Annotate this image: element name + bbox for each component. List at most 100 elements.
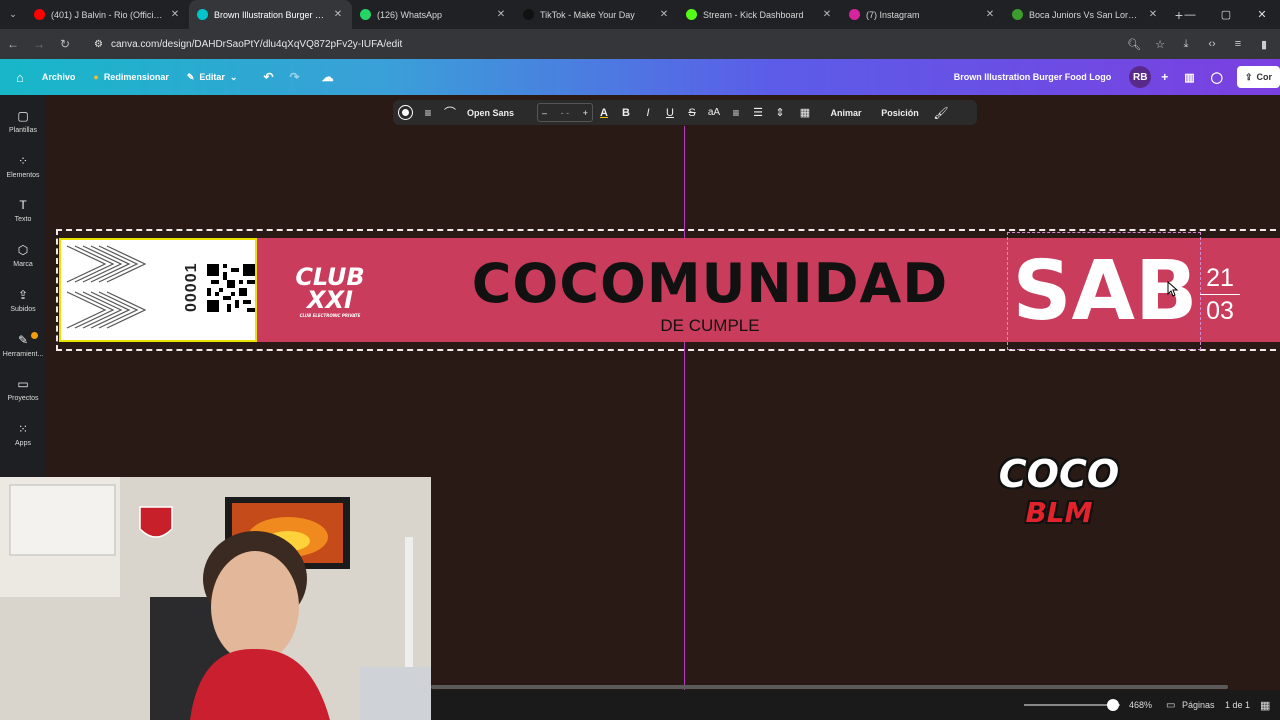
tab-search-dropdown[interactable]: ⌄ [0,0,26,29]
minimize-icon[interactable]: — [1172,0,1208,29]
elements-icon: ⁘ [17,153,29,168]
close-tab-icon[interactable]: ✕ [495,9,507,20]
share-button[interactable]: ⇪ Cor [1236,66,1280,88]
size-minus-button[interactable]: – [542,108,547,118]
profile-icon[interactable]: ▮ [1254,38,1274,51]
grid-view-icon[interactable]: ▦ [1260,699,1270,712]
sidebar-item-elements[interactable]: ⁘ Elementos [0,154,46,179]
pencil-icon: ✎ [186,71,195,82]
canva-icon [197,9,208,20]
sidebar-item-projects[interactable]: ▭ Proyectos [0,377,46,402]
letter-case-button[interactable]: aA [703,100,725,125]
forward-icon[interactable]: → [26,37,52,51]
browser-tab[interactable]: (401) J Balvin - Rio (Official Vid ✕ [26,0,189,29]
window-controls: — ▢ ✕ [1172,0,1280,29]
close-tab-icon[interactable]: ✕ [169,9,181,20]
strikethrough-button[interactable]: S [681,100,703,125]
text-color-icon[interactable]: A [593,100,615,125]
sidebar-item-brand[interactable]: ⬡ Marca [0,243,46,268]
animar-button[interactable]: Animar [819,100,873,125]
whatsapp-icon [360,9,371,20]
coco-blm-logo[interactable]: COCO BLM [994,452,1124,540]
color-circle-icon[interactable] [393,100,417,125]
underline-button[interactable]: U [659,100,681,125]
site-info-icon[interactable]: ⚙ [94,39,103,50]
cloud-save-icon[interactable]: ☁ [322,70,334,84]
sidebar-item-apps[interactable]: ⁙ Apps [0,422,46,447]
tab-label: Brown Illustration Burger Food [214,9,326,20]
bottom-status-bar: 468% ▭ Páginas 1 de 1 ▦ [431,690,1280,720]
posicion-button[interactable]: Posición [873,100,927,125]
size-plus-button[interactable]: + [583,108,588,118]
zoom-icon[interactable]: 🔍︎ [1124,38,1144,51]
code-icon[interactable]: ‹› [1202,38,1222,51]
browser-tab[interactable]: Boca Juniors Vs San Lorenzo - ✕ [1004,0,1167,29]
pages-label[interactable]: Páginas [1182,700,1215,710]
sidebar-item-tools[interactable]: ✎ Herramient... [0,333,46,358]
text-icon: T [19,198,27,213]
reload-icon[interactable]: ↻ [52,37,78,51]
browser-tab[interactable]: (7) Instagram ✕ [841,0,1004,29]
sidebar-item-label: Plantillas [8,127,37,134]
editar-menu[interactable]: ✎ Editar ⌄ [187,72,238,83]
close-tab-icon[interactable]: ✕ [821,9,833,20]
date-block[interactable]: 21 03 [1200,262,1240,327]
sidebar-item-uploads[interactable]: ⇪ Subidos [0,288,46,313]
spacing-icon[interactable]: ⇕ [769,100,791,125]
zoom-value[interactable]: 468% [1129,700,1152,710]
redo-icon[interactable]: ↷ [290,70,300,84]
close-tab-icon[interactable]: ✕ [1147,9,1159,20]
transparency-icon[interactable]: ▦ [791,100,819,125]
redimensionar-button[interactable]: ● Redimensionar [93,72,168,82]
bookmark-star-icon[interactable]: ☆ [1150,38,1170,51]
comments-icon[interactable]: ◯ [1211,71,1223,84]
undo-icon[interactable]: ↶ [263,70,273,84]
tab-label: (126) WhatsApp [377,9,443,20]
close-window-icon[interactable]: ✕ [1244,0,1280,29]
analytics-icon[interactable]: ▥ [1184,71,1194,84]
boca-icon [1012,9,1023,20]
sidebar-item-text[interactable]: T Texto [0,198,46,223]
paint-format-icon[interactable]: 🖌︎ [927,100,955,125]
back-icon[interactable]: ← [0,37,26,51]
browser-tab[interactable]: (126) WhatsApp ✕ [352,0,515,29]
close-tab-icon[interactable]: ✕ [658,9,670,20]
add-collaborator-icon[interactable]: + [1161,70,1168,84]
projects-icon: ▭ [17,377,29,392]
curve-text-icon[interactable]: ⌒ [439,100,461,125]
extensions-icon[interactable]: ≡ [1228,38,1248,51]
size-value[interactable]: - - [561,108,570,118]
horizontal-scrollbar[interactable] [431,685,1228,689]
align-center-icon[interactable]: ≡ [725,100,747,125]
pages-icon[interactable]: ▭ [1166,700,1175,711]
design-title[interactable]: Brown Illustration Burger Food Logo [954,72,1112,82]
close-tab-icon[interactable]: ✕ [984,9,996,20]
download-icon[interactable]: ⤓ [1176,38,1196,51]
archivo-menu[interactable]: Archivo [42,72,76,82]
browser-tab[interactable]: Stream - Kick Dashboard ✕ [678,0,841,29]
avatar[interactable]: RB [1129,66,1152,88]
tools-icon: ✎ [17,332,29,347]
webcam-overlay [0,477,431,720]
menu-lines-icon[interactable]: ≡ [417,100,439,125]
blm-logo-text: BLM [1025,496,1093,529]
close-tab-icon[interactable]: ✕ [332,9,344,20]
share-icon: ⇪ [1244,71,1253,82]
tab-label: (7) Instagram [866,9,920,20]
sidebar-item-label: Herramient... [2,350,44,358]
list-icon[interactable]: ☰ [747,100,769,125]
zoom-slider[interactable] [1024,699,1120,711]
bold-button[interactable]: B [615,100,637,125]
page-count[interactable]: 1 de 1 [1225,700,1250,710]
templates-icon: ▢ [17,109,29,123]
url-field[interactable]: ⚙ canva.com/design/DAHDrSaoPtY/dlu4qXqVQ… [86,32,1124,56]
italic-button[interactable]: I [637,100,659,125]
home-icon[interactable]: ⌂ [16,70,24,85]
maximize-icon[interactable]: ▢ [1208,0,1244,29]
browser-tab[interactable]: Brown Illustration Burger Food ✕ [189,0,352,29]
browser-tab[interactable]: TikTok - Make Your Day ✕ [515,0,678,29]
font-selector[interactable]: Open Sans [461,100,533,125]
sidebar-item-templates[interactable]: ▢ Plantillas [0,109,46,134]
font-size-stepper[interactable]: – - - + [537,103,593,122]
canva-top-bar: ⌂ Archivo ● Redimensionar ✎ Editar ⌄ ↶ ↷… [0,59,1280,95]
